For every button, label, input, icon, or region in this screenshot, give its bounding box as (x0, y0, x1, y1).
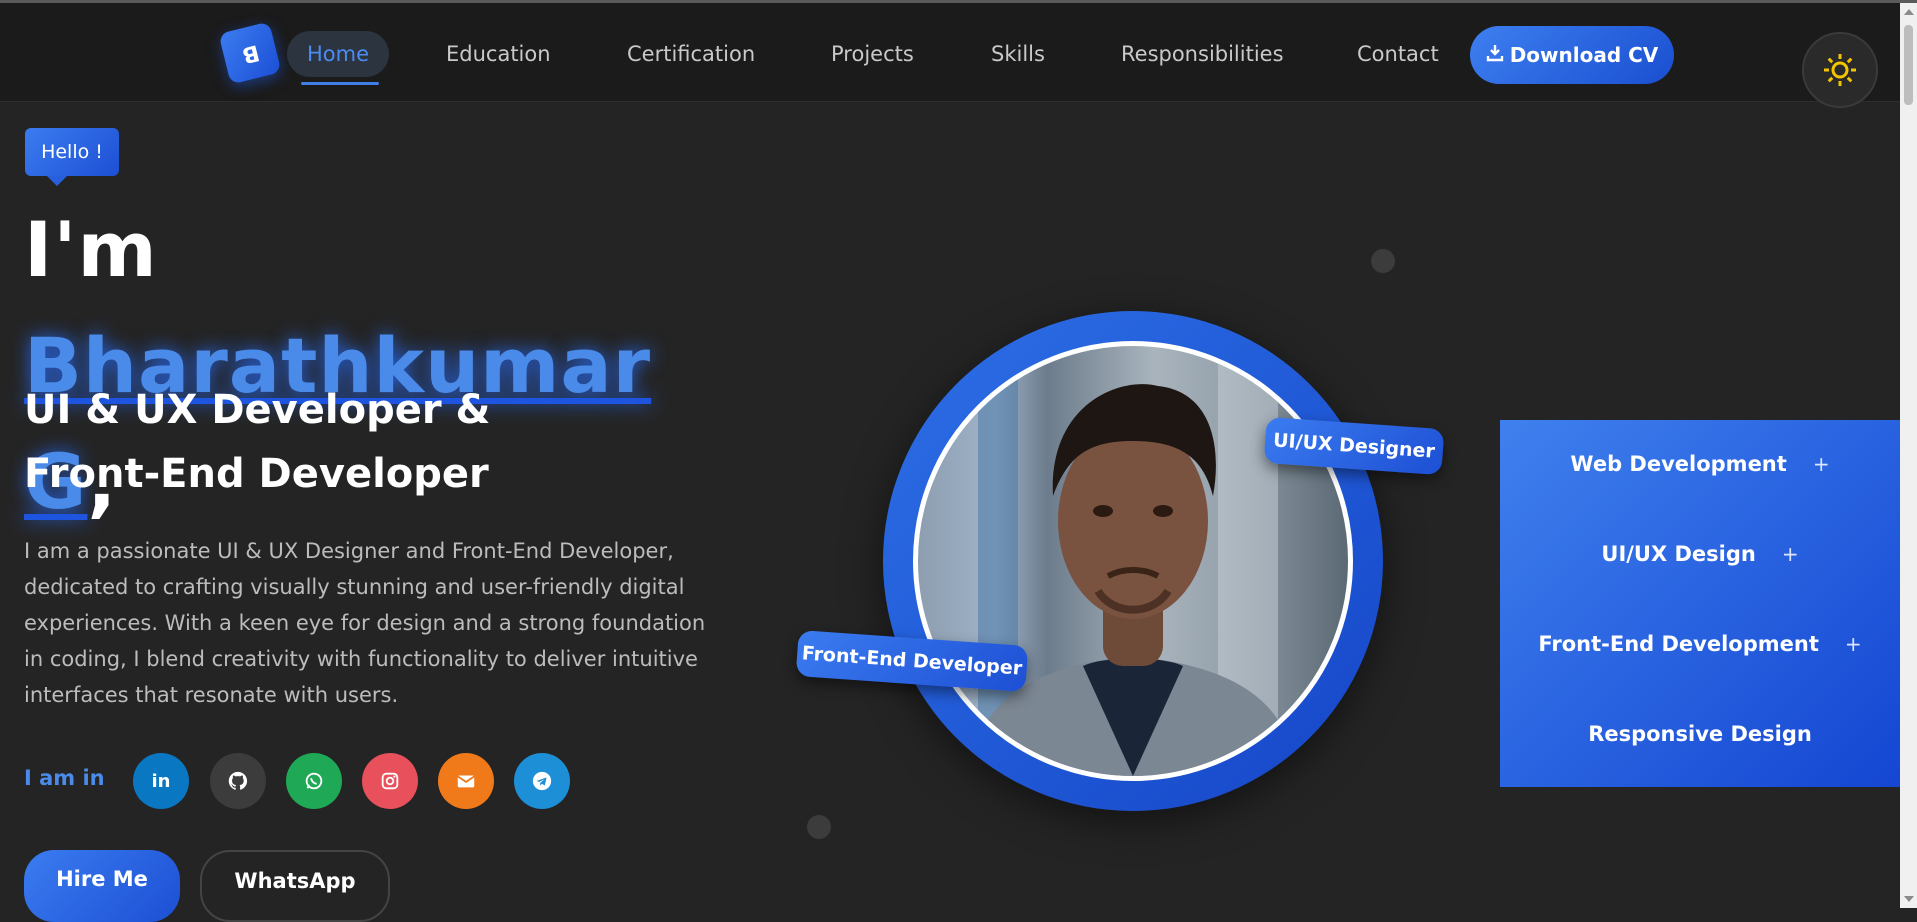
telegram-button[interactable] (514, 753, 570, 809)
service-ui-ux-design[interactable]: UI/UX Design + (1500, 542, 1900, 566)
telegram-icon (532, 771, 552, 791)
plus-icon: + (1812, 452, 1830, 476)
sun-icon (1824, 54, 1856, 86)
hero-description: I am a passionate UI & UX Designer and F… (24, 539, 706, 707)
decor-dot (1371, 249, 1395, 273)
hire-me-button[interactable]: Hire Me (24, 850, 180, 922)
whatsapp-button[interactable]: WhatsApp (200, 850, 390, 922)
download-cv-label: Download CV (1509, 43, 1659, 67)
services-panel: Web Development + UI/UX Design + Front-End… (1500, 420, 1900, 787)
page-scrollbar[interactable] (1900, 3, 1917, 908)
hero-subtitle: UI & UX Developer & Front-End Developer (24, 378, 724, 506)
plus-icon: + (1781, 542, 1799, 566)
scroll-thumb[interactable] (1904, 25, 1913, 105)
linkedin-button[interactable]: in (133, 753, 189, 809)
subtitle-line-2: Front-End Developer (24, 451, 489, 497)
navbar: B Home Education Certification Projects … (0, 3, 1900, 108)
github-icon (228, 771, 248, 790)
service-front-end-development[interactable]: Front-End Development + (1500, 632, 1900, 656)
download-cv-button[interactable]: Download CV (1470, 26, 1674, 84)
nav-projects[interactable]: Projects (831, 31, 914, 77)
service-responsive-design[interactable]: Responsive Design (1500, 722, 1900, 746)
whatsapp-social-button[interactable] (286, 753, 342, 809)
site-logo[interactable]: B (218, 21, 282, 85)
nav-responsibilities[interactable]: Responsibilities (1121, 31, 1284, 77)
instagram-button[interactable] (362, 753, 418, 809)
nav-contact[interactable]: Contact (1357, 31, 1439, 77)
email-button[interactable] (438, 753, 494, 809)
nav-education[interactable]: Education (446, 31, 551, 77)
download-icon (1486, 44, 1504, 67)
theme-toggle-button[interactable] (1802, 32, 1878, 108)
nav-certification[interactable]: Certification (627, 31, 755, 77)
social-label: I am in (24, 766, 105, 790)
service-web-development[interactable]: Web Development + (1500, 452, 1900, 476)
profile-photo (913, 341, 1353, 781)
subtitle-line-1: UI & UX Developer & (24, 387, 491, 433)
person-illustration (968, 346, 1298, 776)
hello-badge: Hello ! (25, 128, 119, 186)
plus-icon: + (1844, 632, 1862, 656)
linkedin-icon: in (151, 770, 171, 792)
scroll-up-icon[interactable] (1904, 9, 1914, 15)
github-button[interactable] (210, 753, 266, 809)
nav-home[interactable]: Home (287, 31, 390, 85)
email-icon (457, 775, 475, 788)
greeting-text: I'm (24, 205, 158, 294)
whatsapp-icon (305, 772, 323, 790)
scroll-down-icon[interactable] (1904, 896, 1914, 902)
nav-skills[interactable]: Skills (991, 31, 1045, 77)
instagram-icon (381, 772, 399, 790)
decor-dot (807, 815, 831, 839)
